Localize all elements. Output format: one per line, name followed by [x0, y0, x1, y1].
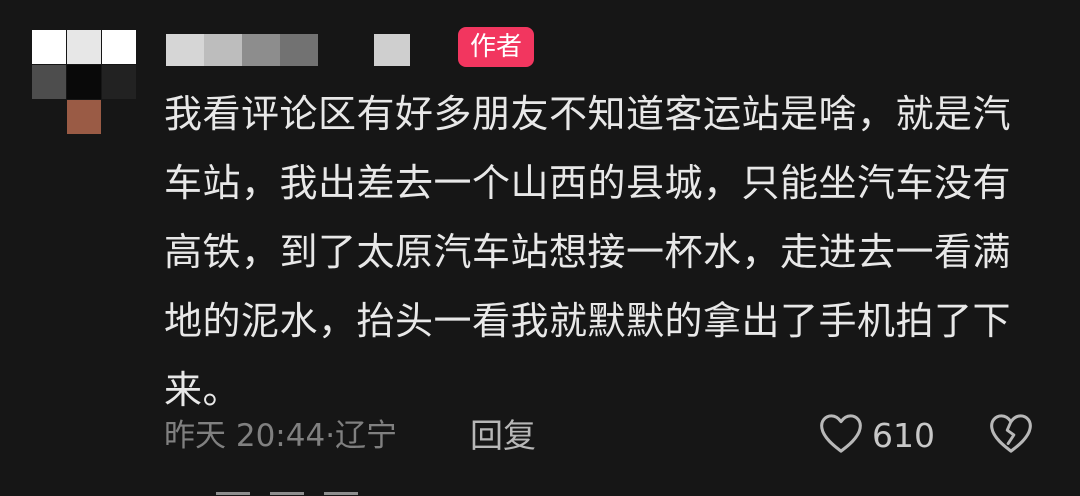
dislike-button[interactable]	[988, 414, 1034, 458]
avatar[interactable]	[32, 30, 136, 134]
like-count: 610	[872, 416, 935, 455]
heart-outline-icon	[818, 413, 864, 459]
next-comment-peek	[216, 486, 456, 496]
comment-card: 作者 我看评论区有好多朋友不知道客运站是啥，就是汽车站，我出差去一个山西的县城，…	[0, 0, 1080, 496]
broken-heart-icon	[988, 413, 1034, 459]
comment-text: 我看评论区有好多朋友不知道客运站是啥，就是汽车站，我出差去一个山西的县城，只能坐…	[164, 92, 1012, 412]
like-button[interactable]: 610	[818, 414, 935, 458]
reply-button[interactable]: 回复	[470, 414, 536, 458]
username-redacted[interactable]	[166, 34, 410, 66]
author-badge: 作者	[458, 27, 535, 67]
timestamp-location: 昨天 20:44·辽宁	[164, 418, 398, 454]
